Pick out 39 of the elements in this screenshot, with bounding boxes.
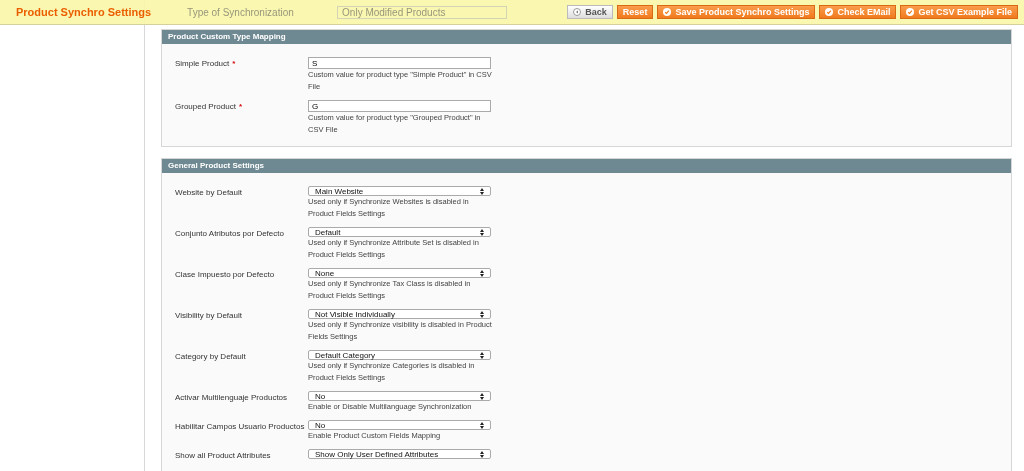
- required-mark: *: [238, 102, 243, 111]
- field-label: Grouped Product *: [175, 101, 244, 113]
- select-field[interactable]: Show Only User Defined Attributes: [308, 449, 491, 459]
- check-icon: [663, 8, 672, 16]
- up-down-arrows-icon: [480, 421, 484, 429]
- up-down-arrows-icon: [480, 450, 484, 458]
- text-field[interactable]: G: [308, 100, 491, 112]
- back-icon: [573, 8, 582, 16]
- back-button[interactable]: Back: [567, 5, 613, 19]
- section-title: Product Custom Type Mapping: [162, 30, 1011, 44]
- section-title: General Product Settings: [162, 159, 1011, 173]
- field-label: Show all Product Attributes: [175, 450, 272, 462]
- field-label: Simple Product *: [175, 58, 237, 70]
- field-label: Habilitar Campos Usuario Productos: [175, 421, 306, 433]
- field-label: Type of Synchronization: [187, 6, 295, 18]
- field-label: Clase Impuesto por Defecto: [175, 269, 276, 281]
- select-field[interactable]: No: [308, 420, 491, 430]
- text-field[interactable]: S: [308, 57, 491, 69]
- check-icon: [825, 8, 834, 16]
- select-field[interactable]: Not Visible Individually: [308, 309, 491, 319]
- up-down-arrows-icon: [480, 310, 484, 318]
- field-label: Website by Default: [175, 187, 243, 199]
- select-field[interactable]: Default Category: [308, 350, 491, 360]
- select-field[interactable]: Main Website: [308, 186, 491, 196]
- select-field[interactable]: None: [308, 268, 491, 278]
- up-down-arrows-icon: [480, 392, 484, 400]
- field-label: Activar Multilenguaje Productos: [175, 392, 289, 404]
- up-down-arrows-icon: [480, 228, 484, 236]
- field-label: Category by Default: [175, 351, 247, 363]
- up-down-arrows-icon: [480, 269, 484, 277]
- select-field[interactable]: Default: [308, 227, 491, 237]
- page-title: Product Synchro Settings: [16, 6, 152, 18]
- select-field[interactable]: No: [308, 391, 491, 401]
- check-icon: [906, 8, 915, 16]
- field-label: Visibility by Default: [175, 310, 243, 322]
- field-label: Conjunto Atributos por Defecto: [175, 228, 285, 240]
- required-mark: *: [232, 59, 236, 68]
- up-down-arrows-icon: [480, 187, 484, 195]
- up-down-arrows-icon: [480, 351, 484, 359]
